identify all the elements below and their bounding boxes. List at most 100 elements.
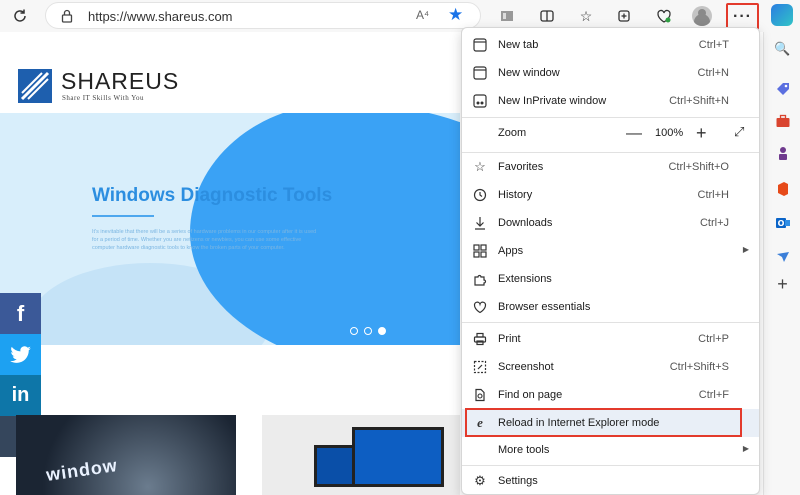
carousel-dots [350, 324, 392, 338]
edge-sidebar: 🔍 O + [763, 32, 800, 495]
menu-item-shortcut: Ctrl+Shift+O [668, 161, 729, 173]
menu-item-label: New InPrivate window [498, 95, 607, 107]
menu-item-screenshot[interactable]: Screenshot Ctrl+Shift+S [462, 353, 759, 381]
thumbnail-text: window [44, 455, 119, 485]
facebook-share-button[interactable]: f [0, 293, 41, 334]
tools-briefcase-icon[interactable] [774, 112, 791, 129]
menu-item-favorites[interactable]: ☆ Favorites Ctrl+Shift+O [462, 153, 759, 181]
menu-item-downloads[interactable]: Downloads Ctrl+J [462, 209, 759, 237]
new-tab-icon [472, 37, 488, 53]
menu-item-label: Extensions [498, 273, 552, 285]
article-thumbnail-windows[interactable]: window [16, 415, 236, 495]
find-icon [472, 387, 488, 403]
extensions-icon [472, 271, 488, 287]
url-text[interactable]: https://www.shareus.com [88, 9, 233, 24]
refresh-icon[interactable] [8, 4, 32, 28]
hero-banner[interactable]: Windows Diagnostic Tools It's inevitable… [0, 113, 460, 345]
print-icon [472, 331, 488, 347]
menu-item-new-tab[interactable]: New tab Ctrl+T [462, 31, 759, 59]
history-icon [472, 187, 488, 203]
drop-icon[interactable] [774, 248, 791, 265]
lock-icon[interactable] [60, 9, 74, 23]
monitor-image [352, 427, 444, 487]
carousel-dot[interactable] [350, 327, 358, 335]
article-thumbnail-monitors[interactable] [262, 415, 460, 495]
menu-item-label: Zoom [498, 127, 527, 139]
menu-item-shortcut: Ctrl+H [697, 189, 729, 201]
read-aloud-icon[interactable]: A⁴ [416, 8, 429, 22]
add-sidebar-icon[interactable]: + [774, 274, 791, 294]
menu-item-browser-essentials[interactable]: Browser essentials [462, 293, 759, 321]
new-window-icon [472, 65, 488, 81]
menu-item-shortcut: Ctrl+N [697, 67, 729, 79]
collections-icon[interactable] [612, 4, 636, 28]
carousel-dot-active[interactable] [378, 327, 386, 335]
gear-icon: ⚙ [474, 473, 486, 488]
carousel-dot[interactable] [364, 327, 372, 335]
zoom-in-button[interactable]: + [696, 123, 707, 144]
menu-item-label: Print [498, 333, 521, 345]
menu-item-label: New tab [498, 39, 539, 51]
inprivate-icon [472, 93, 488, 109]
menu-item-shortcut: Ctrl+F [698, 389, 729, 401]
banner-description: It's inevitable that there will be a ser… [92, 229, 317, 251]
menu-item-shortcut: Ctrl+J [699, 217, 729, 229]
favorites-icon: ☆ [474, 159, 486, 174]
logo-name[interactable]: SHAREUS [61, 68, 179, 95]
apps-icon [472, 243, 488, 259]
split-screen-icon[interactable] [535, 4, 559, 28]
menu-separator [462, 465, 759, 466]
menu-item-apps[interactable]: Apps ▶ [462, 237, 759, 265]
microsoft-365-icon[interactable] [774, 180, 791, 197]
menu-item-extensions[interactable]: Extensions [462, 265, 759, 293]
menu-item-more-tools[interactable]: More tools ▶ [462, 436, 759, 464]
menu-item-shortcut: Ctrl+Shift+S [669, 361, 729, 373]
search-icon[interactable]: 🔍 [774, 40, 791, 57]
settings-and-more-button[interactable]: ··· [726, 3, 759, 30]
screenshot-icon [472, 359, 488, 375]
menu-item-label: New window [498, 67, 560, 79]
menu-item-print[interactable]: Print Ctrl+P [462, 325, 759, 353]
browser-essentials-icon[interactable] [652, 4, 676, 28]
menu-item-find-on-page[interactable]: Find on page Ctrl+F [462, 381, 759, 409]
menu-item-zoom: Zoom — 100% + ⤢ [462, 119, 759, 147]
profile-avatar[interactable] [692, 6, 712, 26]
menu-item-label: Apps [498, 245, 524, 257]
menu-item-label: More tools [498, 444, 550, 456]
menu-separator [462, 322, 759, 323]
menu-item-settings[interactable]: ⚙ Settings [462, 467, 759, 495]
shareus-logo-icon[interactable] [18, 69, 52, 103]
address-bar[interactable]: https://www.shareus.com A⁴ ★ [45, 2, 481, 29]
menu-item-history[interactable]: History Ctrl+H [462, 181, 759, 209]
menu-item-label: Find on page [498, 389, 563, 401]
menu-item-label: History [498, 189, 533, 201]
menu-item-label: Favorites [498, 161, 544, 173]
heart-pulse-icon [472, 299, 488, 315]
linkedin-share-button[interactable]: in [0, 375, 41, 416]
outlook-icon[interactable]: O [774, 214, 791, 231]
menu-item-new-window[interactable]: New window Ctrl+N [462, 59, 759, 87]
menu-item-label: Browser essentials [498, 301, 591, 313]
chevron-right-icon: ▶ [742, 444, 749, 453]
copilot-icon[interactable] [771, 4, 793, 26]
menu-item-label: Screenshot [498, 361, 554, 373]
banner-divider [92, 215, 154, 217]
shopping-tag-icon[interactable] [774, 80, 791, 97]
menu-item-new-inprivate-window[interactable]: New InPrivate window Ctrl+Shift+N [462, 87, 759, 115]
highlight-box [465, 408, 742, 437]
games-icon[interactable] [774, 144, 791, 161]
menu-item-shortcut: Ctrl+P [698, 333, 729, 345]
favorite-star-icon[interactable]: ★ [448, 5, 463, 25]
zoom-level: 100% [655, 127, 684, 139]
favorites-icon[interactable]: ☆ [574, 4, 598, 28]
fullscreen-icon[interactable]: ⤢ [734, 124, 744, 140]
reading-view-icon[interactable] [495, 4, 519, 28]
logo-tagline: Share IT Skills With You [62, 94, 145, 102]
menu-item-shortcut: Ctrl+T [698, 39, 729, 51]
twitter-share-button[interactable] [0, 334, 41, 375]
svg-text:O: O [777, 219, 784, 228]
chevron-right-icon: ▶ [742, 245, 749, 254]
zoom-out-button[interactable]: — [626, 125, 642, 143]
settings-and-more-menu: New tab Ctrl+T New window Ctrl+N New InP… [461, 27, 760, 495]
menu-item-label: Settings [498, 475, 538, 487]
